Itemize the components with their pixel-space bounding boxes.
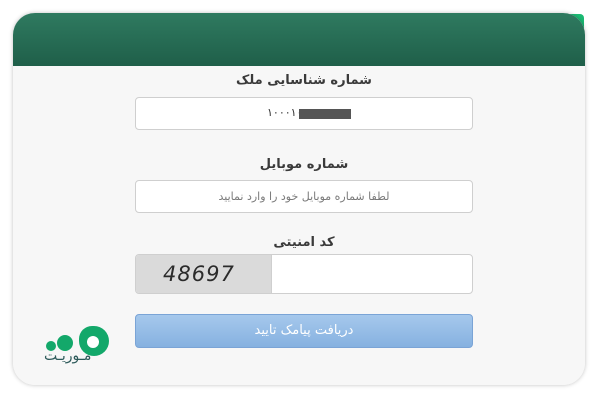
- logo-drop-hole: [87, 336, 99, 348]
- captcha-label: کد امنیتی: [273, 235, 335, 250]
- captcha-input[interactable]: [272, 255, 472, 293]
- property-id-value: ۱۰۰۰۱۰: [267, 106, 303, 119]
- property-id-label: شماره شناسایی ملک: [236, 73, 372, 88]
- redacted-block: [299, 109, 351, 119]
- captcha-code: 48697: [163, 262, 235, 286]
- captcha-group: 48697: [135, 254, 473, 294]
- logo-text: مـوریـت: [44, 348, 92, 364]
- header-bar: [13, 13, 585, 66]
- mobile-label: شماره موبایل: [259, 157, 349, 172]
- property-id-input[interactable]: ۱۰۰۰۱۰: [135, 97, 473, 130]
- submit-button[interactable]: دریافت پیامک تایید: [135, 314, 473, 348]
- mobile-input[interactable]: لطفا شماره موبایل خود را وارد نمایید: [135, 180, 473, 213]
- captcha-image: 48697: [136, 255, 272, 293]
- brand-logo: [46, 326, 109, 356]
- mobile-placeholder: لطفا شماره موبایل خود را وارد نمایید: [218, 190, 390, 203]
